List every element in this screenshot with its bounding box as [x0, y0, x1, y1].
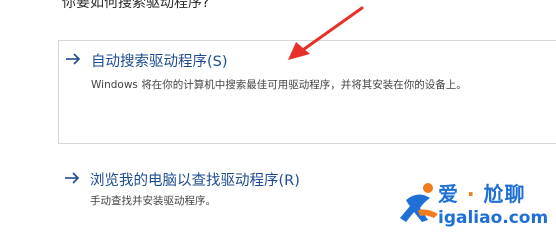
watermark-domain: igaliao.com — [438, 208, 549, 228]
arrow-right-icon — [65, 172, 80, 184]
auto-search-title: 自动搜索驱动程序(S) — [91, 54, 228, 70]
site-watermark: 爱 · 尬聊 igaliao.com — [398, 178, 550, 236]
watermark-brand: 爱 · 尬聊 — [438, 178, 526, 207]
watermark-brand-left: 爱 — [438, 182, 459, 206]
red-pointer-arrow-icon — [288, 6, 364, 60]
watermark-separator: · — [466, 182, 476, 206]
browse-computer-description: 手动查找并安装驱动程序。 — [90, 195, 216, 207]
browse-computer-title: 浏览我的电脑以查找驱动程序(R) — [90, 173, 300, 189]
auto-search-description: Windows 将在你的计算机中搜索最佳可用驱动程序，并将其安装在你的设备上。 — [91, 79, 467, 91]
dialog-heading: 你要如何搜索驱动程序? — [62, 0, 210, 11]
running-person-logo-icon — [400, 183, 438, 222]
watermark-brand-right: 尬聊 — [483, 182, 526, 206]
arrow-right-icon — [66, 53, 81, 65]
